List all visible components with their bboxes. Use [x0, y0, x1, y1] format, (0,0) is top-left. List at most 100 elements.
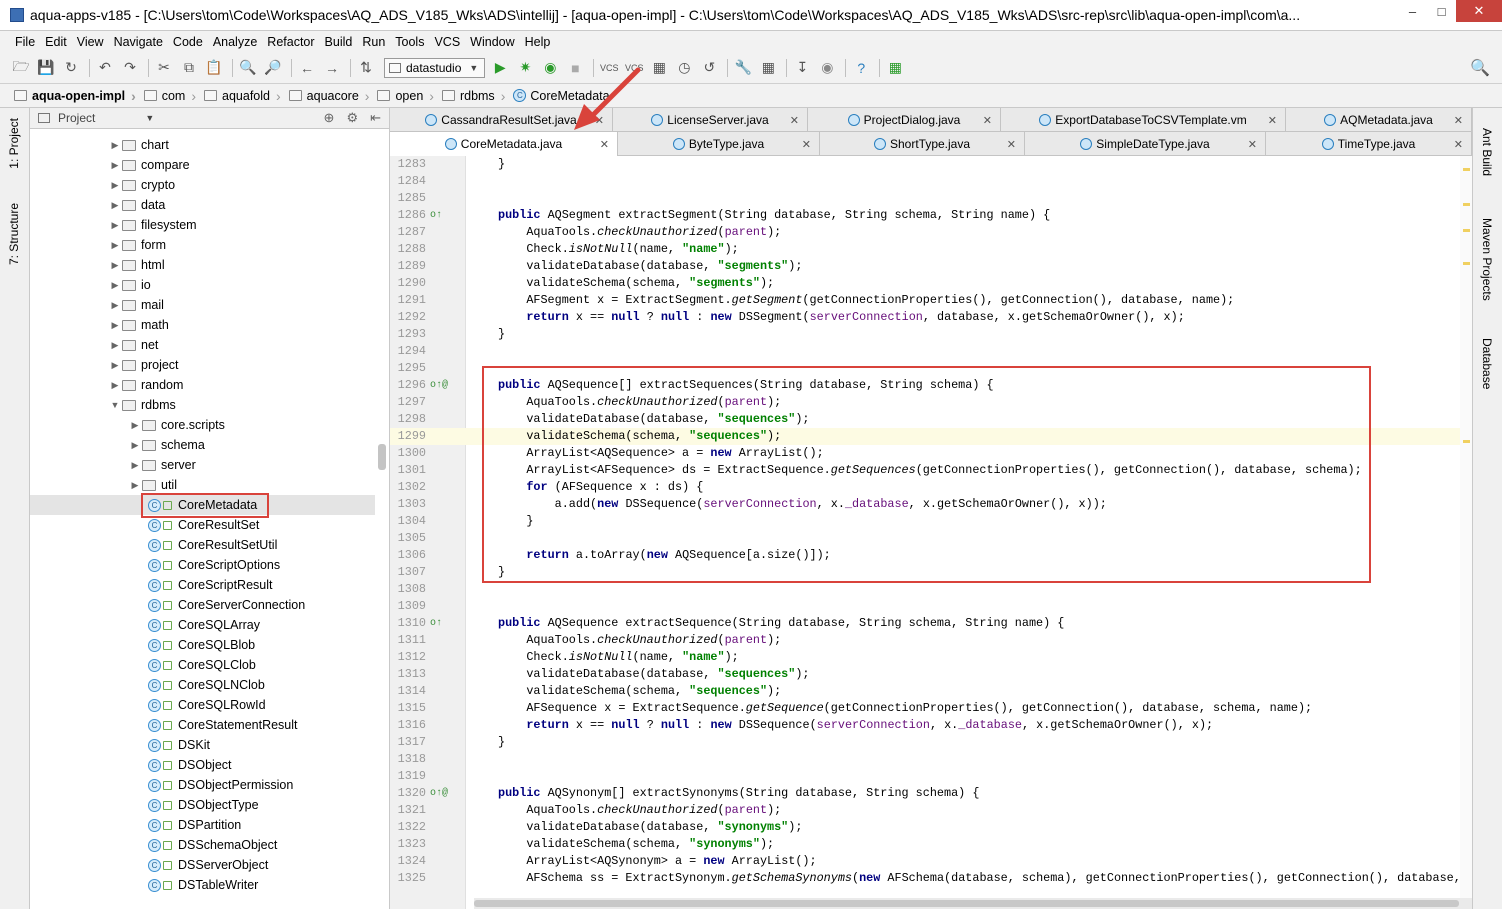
- code-line[interactable]: 1325 AFSchema ss = ExtractSynonym.getSch…: [390, 870, 1472, 887]
- code-line[interactable]: 1302 for (AFSequence x : ds) {: [390, 479, 1472, 496]
- editor-vertical-scrollbar[interactable]: [1460, 156, 1472, 909]
- paste-icon[interactable]: 📋: [203, 57, 225, 79]
- database-tool-tab[interactable]: Database: [1480, 338, 1494, 389]
- code-line[interactable]: 1308: [390, 581, 1472, 598]
- tree-folder-item[interactable]: ▶ html: [30, 255, 375, 275]
- code-line[interactable]: 1311 AquaTools.checkUnauthorized(parent)…: [390, 632, 1472, 649]
- vcs-commit-icon[interactable]: VCS: [623, 57, 645, 79]
- vcs-history-icon[interactable]: ◷: [673, 57, 695, 79]
- ant-build-tool-tab[interactable]: Ant Build: [1480, 128, 1494, 176]
- code-line[interactable]: 1292 return x == null ? null : new DSSeg…: [390, 309, 1472, 326]
- menu-view[interactable]: View: [72, 35, 109, 49]
- tree-folder-item[interactable]: ▶ random: [30, 375, 375, 395]
- menu-tools[interactable]: Tools: [390, 35, 429, 49]
- tree-folder-item[interactable]: ▶ net: [30, 335, 375, 355]
- tree-class-item[interactable]: C CoreSQLClob: [30, 655, 375, 675]
- code-line[interactable]: 1293}: [390, 326, 1472, 343]
- scrollbar-thumb[interactable]: [474, 900, 1459, 907]
- chevron-right-icon[interactable]: ▶: [108, 140, 122, 151]
- replace-icon[interactable]: 🔎: [262, 57, 284, 79]
- code-line[interactable]: 1314 validateSchema(schema, "sequences")…: [390, 683, 1472, 700]
- code-line[interactable]: 1301 ArrayList<AFSequence> ds = ExtractS…: [390, 462, 1472, 479]
- code-line[interactable]: 1309: [390, 598, 1472, 615]
- code-line[interactable]: 1304 }: [390, 513, 1472, 530]
- code-line[interactable]: 1289 validateDatabase(database, "segment…: [390, 258, 1472, 275]
- editor-tab[interactable]: ProjectDialog.java ✕: [808, 108, 1001, 132]
- tree-folder-item[interactable]: ▶ data: [30, 195, 375, 215]
- code-line[interactable]: 1284: [390, 173, 1472, 190]
- code-line[interactable]: 1303 a.add(new DSSequence(serverConnecti…: [390, 496, 1472, 513]
- collapse-all-icon[interactable]: ⊕: [324, 110, 335, 126]
- close-tab-icon[interactable]: ✕: [802, 138, 811, 151]
- menu-vcs[interactable]: VCS: [429, 35, 465, 49]
- code-line[interactable]: 1299 validateSchema(schema, "sequences")…: [390, 428, 1472, 445]
- chevron-right-icon[interactable]: ▶: [108, 300, 122, 311]
- tree-folder-item[interactable]: ▶ io: [30, 275, 375, 295]
- breadcrumb-package[interactable]: aquafold ›: [200, 85, 285, 107]
- settings-icon[interactable]: 🔧: [732, 57, 754, 79]
- project-view-select[interactable]: Project: [58, 111, 95, 125]
- close-tab-icon[interactable]: ✕: [983, 114, 992, 127]
- code-line[interactable]: 1297 AquaTools.checkUnauthorized(parent)…: [390, 394, 1472, 411]
- sdk-manager-icon[interactable]: ↧: [791, 57, 813, 79]
- tree-class-item[interactable]: C CoreScriptResult: [30, 575, 375, 595]
- chevron-right-icon[interactable]: ▶: [108, 320, 122, 331]
- editor-horizontal-scrollbar[interactable]: [474, 898, 1472, 909]
- menu-run[interactable]: Run: [357, 35, 390, 49]
- code-line[interactable]: 1323 validateSchema(schema, "synonyms");: [390, 836, 1472, 853]
- close-tab-icon[interactable]: ✕: [1454, 114, 1463, 127]
- find-icon[interactable]: 🔍: [237, 57, 259, 79]
- close-button[interactable]: ✕: [1456, 0, 1502, 22]
- breadcrumb-module[interactable]: aqua-open-impl ›: [10, 85, 140, 107]
- tree-class-item[interactable]: C DSServerObject: [30, 855, 375, 875]
- close-tab-icon[interactable]: ✕: [1007, 138, 1016, 151]
- menu-navigate[interactable]: Navigate: [109, 35, 168, 49]
- tree-class-item[interactable]: C CoreResultSet: [30, 515, 375, 535]
- code-line[interactable]: 1313 validateDatabase(database, "sequenc…: [390, 666, 1472, 683]
- chevron-right-icon[interactable]: ▶: [108, 280, 122, 291]
- chevron-right-icon[interactable]: ▶: [108, 360, 122, 371]
- hide-panel-icon[interactable]: ⇤: [370, 110, 381, 126]
- code-line[interactable]: 1307}: [390, 564, 1472, 581]
- override-marker-icon[interactable]: o↑: [430, 207, 452, 224]
- code-line[interactable]: 1316 return x == null ? null : new DSSeq…: [390, 717, 1472, 734]
- chevron-right-icon[interactable]: ▶: [108, 240, 122, 251]
- breadcrumb-package[interactable]: com ›: [140, 85, 200, 107]
- vcs-revert-icon[interactable]: ↺: [698, 57, 720, 79]
- override-marker-icon[interactable]: o↑@: [430, 377, 452, 394]
- tree-class-item[interactable]: C CoreStatementResult: [30, 715, 375, 735]
- tree-class-item[interactable]: C CoreServerConnection: [30, 595, 375, 615]
- error-stripe-mark[interactable]: [1463, 440, 1470, 443]
- breadcrumb-package[interactable]: aquacore ›: [285, 85, 374, 107]
- code-line[interactable]: 1290 validateSchema(schema, "segments");: [390, 275, 1472, 292]
- vcs-compare-icon[interactable]: ▦: [648, 57, 670, 79]
- chevron-right-icon[interactable]: ▶: [128, 480, 142, 491]
- code-line[interactable]: 1312 Check.isNotNull(name, "name");: [390, 649, 1472, 666]
- editor-tab[interactable]: SimpleDateType.java ✕: [1025, 132, 1266, 156]
- tree-class-item[interactable]: C CoreMetadata: [30, 495, 375, 515]
- close-tab-icon[interactable]: ✕: [1268, 114, 1277, 127]
- tree-class-item[interactable]: C CoreResultSetUtil: [30, 535, 375, 555]
- code-line[interactable]: 1322 validateDatabase(database, "synonym…: [390, 819, 1472, 836]
- tree-class-item[interactable]: C CoreSQLRowId: [30, 695, 375, 715]
- code-line[interactable]: 1286 o↑ public AQSegment extractSegment(St…: [390, 207, 1472, 224]
- tree-folder-item[interactable]: ▶ crypto: [30, 175, 375, 195]
- editor-tab[interactable]: ExportDatabaseToCSVTemplate.vm ✕: [1001, 108, 1286, 132]
- error-stripe-mark[interactable]: [1463, 203, 1470, 206]
- menu-refactor[interactable]: Refactor: [262, 35, 319, 49]
- run-coverage-icon[interactable]: ◉: [539, 57, 561, 79]
- cut-icon[interactable]: ✂: [153, 57, 175, 79]
- code-line[interactable]: 1294: [390, 343, 1472, 360]
- tree-class-item[interactable]: C CoreScriptOptions: [30, 555, 375, 575]
- menu-file[interactable]: File: [10, 35, 40, 49]
- tree-class-item[interactable]: C DSTableWriter: [30, 875, 375, 895]
- tree-folder-item[interactable]: ▶ mail: [30, 295, 375, 315]
- code-line[interactable]: 1298 validateDatabase(database, "sequenc…: [390, 411, 1472, 428]
- tree-folder-item[interactable]: ▶ util: [30, 475, 375, 495]
- error-stripe-mark[interactable]: [1463, 168, 1470, 171]
- menu-analyze[interactable]: Analyze: [208, 35, 262, 49]
- make-project-icon[interactable]: ⇅: [355, 57, 377, 79]
- gear-icon[interactable]: ⚙: [346, 110, 358, 126]
- code-editor[interactable]: 1283} 1284 1285 1286 o↑ public AQSegment extr…: [390, 156, 1472, 909]
- code-line[interactable]: 1287 AquaTools.checkUnauthorized(parent)…: [390, 224, 1472, 241]
